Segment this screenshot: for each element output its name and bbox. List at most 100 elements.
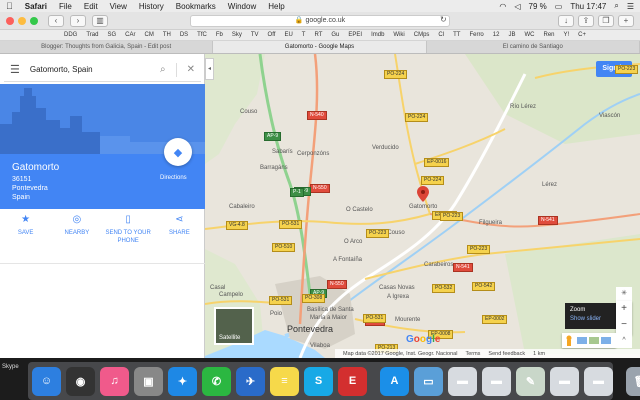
window-icon[interactable]: ▬ [482,366,511,396]
nearby-button[interactable]: ◎ NEARBY [51,215,102,263]
map-place-label[interactable]: Casas Novas [379,285,415,291]
window-icon[interactable]: ▬ [584,366,613,396]
notification-icon[interactable]: ☰ [627,2,634,11]
bookmark-item[interactable]: SG [107,32,116,38]
menu-edit[interactable]: Edit [84,2,98,11]
map-place-label[interactable]: A Fontaíña [333,257,362,263]
window-icon[interactable]: ▬ [550,366,579,396]
menu-bookmarks[interactable]: Bookmarks [176,2,216,11]
share-button[interactable]: ⋖ SHARE [154,215,205,263]
map-place-label[interactable]: A Igrexa [387,294,409,300]
tabs-overview-icon[interactable]: ❐ [598,15,614,27]
send-feedback-link[interactable]: Send feedback [488,351,525,357]
location-pin-icon[interactable] [417,186,429,202]
bookmark-item[interactable]: RT [314,32,322,38]
bookmark-item[interactable]: Ren [543,32,554,38]
zoom-in-button[interactable]: + [616,301,632,317]
bookmark-item[interactable]: TT [453,32,460,38]
bookmark-item[interactable]: Cl [438,32,444,38]
expressvpn-icon[interactable]: E [338,366,367,396]
map-layers-thumbnails[interactable] [562,333,616,348]
bookmark-item[interactable]: DS [180,32,188,38]
map-place-label[interactable]: Verducido [372,145,399,151]
bookmark-item[interactable]: TV [251,32,259,38]
apple-menu-icon[interactable]:  [6,1,13,11]
show-slider-link[interactable]: Show slider [570,315,612,324]
bookmark-item[interactable]: Gu [331,32,339,38]
map-place-label[interactable]: Río Lérez [510,104,536,110]
collapse-panel-button[interactable]: ◂ [205,58,214,80]
map-place-label[interactable]: O Castelo [346,207,373,213]
notes-icon[interactable]: ≡ [270,366,299,396]
terms-link[interactable]: Terms [465,351,480,357]
directions-button[interactable]: ◆ [164,138,192,166]
map-place-label[interactable]: Poio [270,311,282,317]
safari-icon[interactable]: ✦ [168,366,197,396]
dashboard-icon[interactable]: ◉ [66,366,95,396]
tab-google-maps[interactable]: Gatomorto - Google Maps [213,41,427,53]
map-place-label[interactable]: Filgueira [479,220,502,226]
chevron-up-icon[interactable]: ^ [616,333,632,348]
tab-camino[interactable]: El camino de Santiago [427,41,640,53]
map-place-label[interactable]: Basílica de Santa [307,307,354,313]
map-place-label[interactable]: Gatomorto [409,204,437,210]
bookmark-item[interactable]: DDG [64,32,77,38]
new-tab-button[interactable]: + [618,15,634,27]
map-place-label[interactable]: Pontevedra [287,324,333,334]
preview-icon[interactable]: ▣ [134,366,163,396]
folder-icon[interactable]: ▭ [414,366,443,396]
map-place-label[interactable]: Cabaleiro [229,204,255,210]
menu-help[interactable]: Help [268,2,284,11]
hamburger-menu-icon[interactable]: ☰ [10,63,20,76]
map-place-label[interactable]: Mourente [395,317,420,323]
skype-icon[interactable]: S [304,366,333,396]
directions-label[interactable]: Directions [160,175,187,181]
wifi-icon[interactable]: ◠ [499,2,506,11]
bookmark-item[interactable]: CAr [125,32,135,38]
reload-icon[interactable]: ↻ [440,15,447,24]
minimize-window-button[interactable] [18,16,26,25]
bookmark-item[interactable]: Sky [232,32,242,38]
close-icon[interactable]: ✕ [187,64,195,75]
search-icon[interactable]: ⌕ [614,1,618,11]
map-place-label[interactable]: Carabeiros [424,262,453,268]
bookmark-item[interactable]: Wiki [393,32,404,38]
sidebar-button[interactable]: ▥ [92,14,108,27]
bookmark-item[interactable]: Ferro [469,32,483,38]
bookmark-item[interactable]: T [302,32,306,38]
volume-icon[interactable]: ◁ [514,2,520,11]
map-place-label[interactable]: Lérez [542,182,557,188]
bookmark-item[interactable]: Imdb [371,32,384,38]
itunes-icon[interactable]: ♫ [100,366,129,396]
bookmark-item[interactable]: Off [268,32,276,38]
map-place-label[interactable]: Campelo [219,292,243,298]
satellite-toggle[interactable]: Satellite [214,307,254,345]
menu-history[interactable]: History [139,2,164,11]
menu-file[interactable]: File [59,2,72,11]
trash-icon[interactable]: 🗑 [626,366,640,396]
openoffice-icon[interactable]: ✈ [236,366,265,396]
zoom-window-button[interactable] [30,16,38,25]
bookmark-item[interactable]: EPEI [348,32,362,38]
menu-safari[interactable]: Safari [25,2,47,11]
map-place-label[interactable]: Couso [240,109,257,115]
map-place-label[interactable]: O Arco [344,239,362,245]
bookmark-item[interactable]: JB [508,32,515,38]
bookmark-item[interactable]: EU [284,32,292,38]
zoom-out-button[interactable]: − [616,317,632,333]
bookmark-item[interactable]: WC [524,32,534,38]
bookmark-item[interactable]: 12 [493,32,500,38]
download-icon[interactable]: ↓ [558,15,574,27]
bookmark-item[interactable]: TH [163,32,171,38]
back-button[interactable]: ‹ [48,14,64,27]
menu-window[interactable]: Window [228,2,256,11]
bookmark-item[interactable]: Trad [86,32,98,38]
map-place-label[interactable]: Vilaboa [310,343,330,349]
script-icon[interactable]: ✎ [516,366,545,396]
bookmark-item[interactable]: Fb [216,32,223,38]
close-window-button[interactable] [6,16,14,25]
tab-blogger[interactable]: Blogger: Thoughts from Galicia, Spain - … [0,41,214,53]
clock[interactable]: Thu 17:47 [570,2,606,11]
appstore-icon[interactable]: A [380,366,409,396]
map-place-label[interactable]: Sabarís [272,149,293,155]
